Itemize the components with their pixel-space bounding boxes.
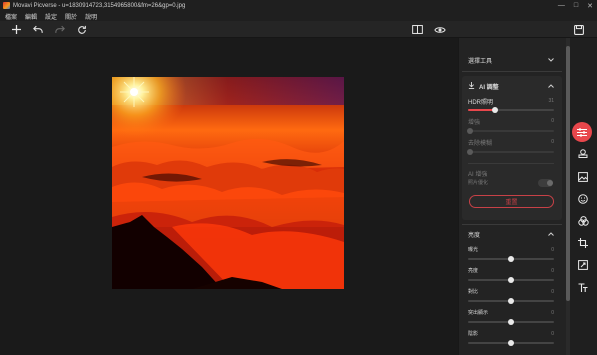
crop-icon[interactable] (573, 234, 593, 252)
download-icon (468, 82, 475, 89)
menu-help[interactable]: 說明 (85, 12, 97, 21)
chevron-up-icon[interactable] (548, 232, 554, 236)
deblur-value: 0 (551, 139, 554, 145)
brightness-slider-label: 突出顯示 (468, 310, 489, 316)
refresh-icon[interactable] (75, 23, 89, 36)
toggle-knob (547, 180, 553, 186)
brightness-title[interactable]: 亮度 (468, 230, 480, 239)
close-button[interactable]: ✕ (587, 2, 593, 10)
toolbar (0, 21, 597, 38)
hdr-slider-knob[interactable] (491, 107, 498, 113)
preview-eye-icon[interactable] (433, 23, 447, 36)
deblur-label: 去除模糊 (468, 141, 493, 147)
enhance-slider-knob[interactable] (467, 128, 473, 134)
text-icon[interactable] (573, 279, 593, 297)
tool-sidebar (570, 38, 597, 355)
maximize-button[interactable]: □ (574, 2, 578, 9)
window-controls: — □ ✕ (558, 0, 593, 11)
enhance-value: 0 (551, 118, 554, 124)
brightness-slider-label: 對比 (468, 289, 479, 295)
menu-bar: 檔案 編輯 設定 關於 說明 (0, 11, 597, 21)
brightness-slider-knob[interactable] (508, 256, 514, 262)
menu-file[interactable]: 檔案 (5, 12, 17, 21)
brightness-slider-label: 曝光 (468, 247, 479, 253)
brightness-slider-value: 0 (551, 247, 554, 253)
brightness-slider-value: 0 (551, 331, 554, 337)
brightness-slider-knob[interactable] (508, 277, 514, 283)
brightness-slider-value: 0 (551, 268, 554, 274)
divider (462, 224, 562, 225)
portrait-label: 照片優化 (468, 180, 489, 186)
deblur-slider-track[interactable] (468, 151, 554, 153)
brightness-slider-label: 陰影 (468, 331, 479, 337)
reset-button[interactable]: 重置 (469, 195, 554, 208)
add-icon[interactable] (9, 23, 23, 36)
deblur-slider-knob[interactable] (467, 149, 473, 155)
stamp-icon[interactable] (573, 145, 593, 163)
brightness-slider-value: 0 (551, 289, 554, 295)
face-icon[interactable] (573, 190, 593, 208)
app-logo-icon (3, 2, 10, 9)
brightness-slider-value: 0 (551, 310, 554, 316)
enhance-slider-track[interactable] (468, 130, 554, 132)
save-icon[interactable] (572, 23, 586, 36)
brightness-slider-label: 亮度 (468, 268, 479, 274)
redo-icon[interactable] (53, 23, 67, 36)
title-bar: Movavi Picverse - u=1830914723,315496580… (0, 0, 597, 11)
enhance-label: 增強 (468, 120, 481, 126)
brightness-slider-knob[interactable] (508, 340, 514, 346)
hdr-slider-fill (468, 109, 495, 111)
ai-enhance-title: AI 增強 (468, 172, 488, 178)
hdr-label: HDR照明 (468, 100, 493, 106)
ai-enhance-toggle[interactable] (538, 179, 553, 187)
divider (468, 163, 554, 164)
app-window: Movavi Picverse - u=1830914723,315496580… (0, 0, 597, 355)
color-icon[interactable] (573, 212, 593, 230)
menu-settings[interactable]: 設定 (45, 12, 57, 21)
minimize-button[interactable]: — (558, 2, 565, 9)
brightness-slider-knob[interactable] (508, 298, 514, 304)
adjust-icon[interactable] (572, 122, 592, 142)
brightness-slider-knob[interactable] (508, 319, 514, 325)
window-title: Movavi Picverse - u=1830914723,315496580… (13, 2, 186, 9)
ai-adjust-title[interactable]: AI 調整 (479, 82, 499, 91)
divider (462, 71, 562, 72)
chevron-up-icon[interactable] (548, 84, 554, 88)
undo-icon[interactable] (31, 23, 45, 36)
transform-icon[interactable] (573, 256, 593, 274)
sunset-photo (112, 77, 344, 289)
select-tool-label[interactable]: 選擇工具 (468, 56, 492, 65)
compare-icon[interactable] (410, 23, 424, 36)
menu-edit[interactable]: 編輯 (25, 12, 37, 21)
menu-about[interactable]: 關於 (65, 12, 77, 21)
hdr-value: 31 (548, 98, 554, 104)
image-icon[interactable] (573, 168, 593, 186)
chevron-down-icon[interactable] (548, 58, 554, 62)
